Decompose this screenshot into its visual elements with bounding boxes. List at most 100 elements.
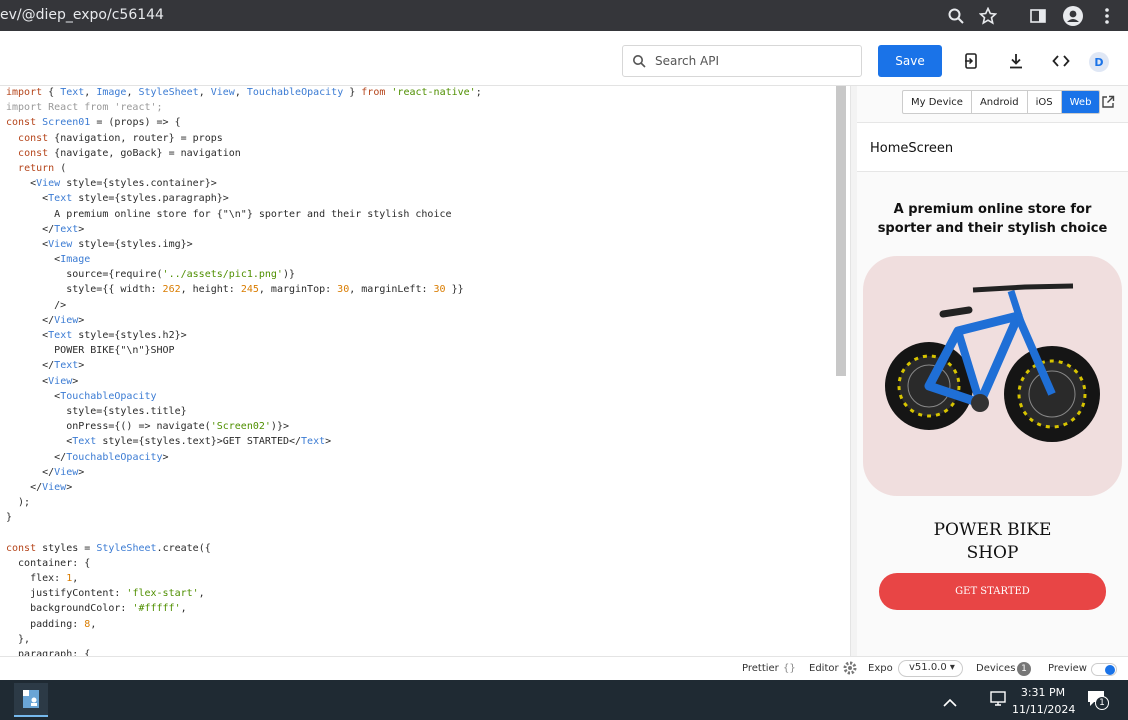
code-line[interactable]	[6, 525, 482, 540]
code-line[interactable]: import React from 'react';	[6, 100, 482, 115]
prettier-label[interactable]: Prettier	[742, 663, 779, 674]
code-line[interactable]: <View style={styles.container}>	[6, 176, 482, 191]
bike-illustration	[885, 283, 1100, 442]
network-icon[interactable]	[990, 691, 1008, 711]
code-line[interactable]: </View>	[6, 313, 482, 328]
code-line[interactable]: <View style={styles.img}>	[6, 237, 482, 252]
app-screen: A premium online store for sporter and t…	[857, 172, 1128, 656]
code-line[interactable]: A premium online store for {"\n"} sporte…	[6, 207, 482, 222]
code-line[interactable]: container: {	[6, 556, 482, 571]
user-avatar[interactable]: D	[1089, 52, 1109, 72]
preview-pane: My Device Android iOS Web HomeScreen A p…	[857, 86, 1128, 656]
code-line[interactable]: onPress={() => navigate('Screen02')}>	[6, 419, 482, 434]
code-line[interactable]: const Screen01 = (props) => {	[6, 115, 482, 130]
code-line[interactable]: </View>	[6, 465, 482, 480]
system-clock[interactable]: 3:31 PM 11/11/2024	[1012, 684, 1076, 718]
devices-label[interactable]: Devices	[976, 663, 1015, 674]
pane-divider[interactable]	[850, 86, 857, 656]
search-icon	[633, 55, 646, 68]
tagline-line-1: A premium online store for	[893, 202, 1092, 217]
side-panel-icon[interactable]	[1027, 5, 1049, 27]
code-line[interactable]: <Image	[6, 252, 482, 267]
code-editor[interactable]: import { Text, Image, StyleSheet, View, …	[0, 86, 850, 656]
shop-heading-line-1: POWER BIKE	[933, 520, 1052, 540]
os-taskbar: 3:31 PM 11/11/2024 1	[0, 680, 1128, 720]
code-line[interactable]: flex: 1,	[6, 571, 482, 586]
code-line[interactable]: />	[6, 298, 482, 313]
code-line[interactable]: </TouchableOpacity>	[6, 450, 482, 465]
address-bar-url[interactable]: ev/@diep_expo/c56144	[0, 7, 164, 23]
code-line[interactable]: backgroundColor: '#fffff',	[6, 601, 482, 616]
notification-count-badge: 1	[1095, 696, 1109, 710]
code-line[interactable]: </View>	[6, 480, 482, 495]
code-line[interactable]: <TouchableOpacity	[6, 389, 482, 404]
tab-web[interactable]: Web	[1061, 91, 1100, 113]
bookmark-star-icon[interactable]	[977, 5, 999, 27]
code-line[interactable]: );	[6, 495, 482, 510]
code-line[interactable]: <Text style={styles.text}>GET STARTED</T…	[6, 434, 482, 449]
notifications-icon[interactable]: 1	[1087, 690, 1109, 712]
bike-image	[863, 256, 1122, 496]
code-line[interactable]: padding: 8,	[6, 617, 482, 632]
expo-version-select[interactable]: v51.0.0 ▾	[898, 660, 963, 677]
code-line[interactable]: </Text>	[6, 222, 482, 237]
code-line[interactable]: const {navigate, goBack} = navigation	[6, 146, 482, 161]
screen-title: HomeScreen	[870, 141, 954, 156]
chevron-up-icon[interactable]	[943, 693, 957, 712]
code-line[interactable]: const {navigation, router} = props	[6, 131, 482, 146]
search-placeholder: Search API	[655, 54, 720, 68]
preview-label: Preview	[1048, 663, 1087, 674]
taskbar-app-icon[interactable]	[14, 683, 48, 717]
tab-ios[interactable]: iOS	[1028, 91, 1062, 113]
shop-heading-line-2: SHOP	[966, 543, 1019, 563]
zoom-icon[interactable]	[945, 5, 967, 27]
code-line[interactable]: justifyContent: 'flex-start',	[6, 586, 482, 601]
code-line[interactable]: <Text style={styles.paragraph}>	[6, 191, 482, 206]
profile-icon[interactable]	[1062, 5, 1084, 27]
download-icon[interactable]	[1006, 51, 1026, 71]
dropdown-arrow-icon: ▾	[946, 662, 955, 673]
code-line[interactable]: style={{ width: 262, height: 245, margin…	[6, 282, 482, 297]
save-button[interactable]: Save	[878, 45, 942, 77]
code-line[interactable]: <Text style={styles.h2}>	[6, 328, 482, 343]
code-line[interactable]: paragraph: {	[6, 647, 482, 656]
browser-menu-icon[interactable]	[1096, 5, 1118, 27]
code-line[interactable]: },	[6, 632, 482, 647]
code-line[interactable]: </Text>	[6, 358, 482, 373]
search-api-input[interactable]: Search API	[622, 45, 862, 77]
editor-label[interactable]: Editor	[809, 663, 839, 674]
platform-tabs: My Device Android iOS Web	[902, 90, 1101, 114]
shop-heading: POWER BIKE SHOP	[861, 519, 1124, 565]
embed-code-icon[interactable]	[1051, 51, 1071, 71]
code-line[interactable]: <View>	[6, 374, 482, 389]
code-line[interactable]: source={require('../assets/pic1.png')}	[6, 267, 482, 282]
tagline-paragraph: A premium online store for sporter and t…	[861, 200, 1124, 238]
expo-label: Expo	[868, 663, 893, 674]
devices-count-badge: 1	[1017, 662, 1031, 676]
tab-android[interactable]: Android	[972, 91, 1028, 113]
expo-version-value: v51.0.0	[909, 662, 947, 673]
toggle-knob	[1105, 665, 1115, 675]
code-line[interactable]: return (	[6, 161, 482, 176]
tagline-line-2: sporter and their stylish choice	[877, 221, 1108, 236]
status-bar: Prettier {} Editor Expo v51.0.0 ▾ Device…	[0, 656, 1128, 680]
prettier-braces-icon[interactable]: {}	[783, 663, 796, 674]
get-started-button[interactable]: GET STARTED	[879, 573, 1106, 610]
clock-date: 11/11/2024	[1012, 703, 1076, 716]
app-toolbar: Search API Save D	[0, 31, 1128, 86]
code-line[interactable]: }	[6, 510, 482, 525]
code-line[interactable]: POWER BIKE{"\n"}SHOP	[6, 343, 482, 358]
code-line[interactable]: import { Text, Image, StyleSheet, View, …	[6, 86, 482, 100]
export-device-icon[interactable]	[961, 51, 981, 71]
browser-toolbar: ev/@diep_expo/c56144	[0, 0, 1128, 31]
code-content[interactable]: import { Text, Image, StyleSheet, View, …	[6, 86, 482, 656]
code-line[interactable]: const styles = StyleSheet.create({	[6, 541, 482, 556]
clock-time: 3:31 PM	[1020, 686, 1066, 699]
open-external-icon[interactable]	[1101, 94, 1117, 110]
editor-scrollbar[interactable]	[836, 86, 846, 376]
code-line[interactable]: style={styles.title}	[6, 404, 482, 419]
gear-icon[interactable]	[843, 661, 857, 678]
tab-my-device[interactable]: My Device	[903, 91, 972, 113]
preview-toggle[interactable]	[1091, 663, 1117, 676]
screen-header: HomeScreen	[857, 122, 1128, 172]
